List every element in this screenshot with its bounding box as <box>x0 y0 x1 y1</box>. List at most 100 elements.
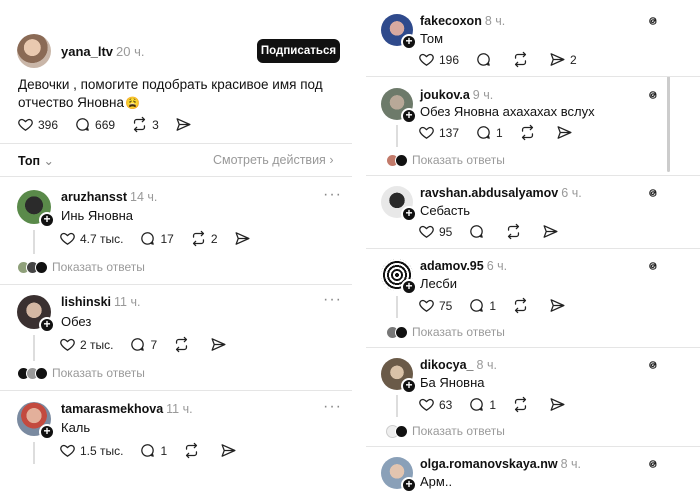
reply-author[interactable]: tamarasmekhova 11 ч. <box>61 402 193 416</box>
follow-plus-icon[interactable]: + <box>401 206 417 222</box>
divider <box>366 248 700 249</box>
repost-button[interactable] <box>519 124 540 141</box>
follow-plus-icon[interactable]: + <box>401 378 417 394</box>
comment-button[interactable] <box>475 51 496 68</box>
share-button[interactable] <box>549 297 570 314</box>
right-thread-panel: + fakecoxon 8 ч. Том 196 2 + joukov.a 9 ч.… <box>366 0 700 497</box>
avatar[interactable]: + <box>17 402 55 440</box>
threads-icon[interactable] <box>646 14 660 28</box>
follow-plus-icon[interactable]: + <box>401 279 417 295</box>
repost-button[interactable] <box>512 396 533 413</box>
comment-button[interactable]: 17 <box>139 230 174 247</box>
like-button[interactable]: 196 <box>418 51 459 68</box>
share-button[interactable] <box>549 396 570 413</box>
share-button[interactable] <box>175 116 196 133</box>
like-button[interactable]: 4.7 тыс. <box>59 230 123 247</box>
share-button[interactable] <box>556 124 577 141</box>
comment-button[interactable]: 1 <box>475 124 503 141</box>
show-replies-link[interactable]: Показать ответы <box>17 366 145 380</box>
comment-button[interactable]: 1 <box>468 396 496 413</box>
scrollbar[interactable] <box>667 76 670 172</box>
reply-avatars <box>17 260 48 274</box>
thread-line <box>33 230 35 254</box>
more-options-icon[interactable]: ··· <box>323 398 342 416</box>
threads-icon[interactable] <box>646 259 660 273</box>
view-activity-link[interactable]: Смотреть действия › <box>213 153 333 167</box>
comment-button[interactable] <box>468 223 489 240</box>
avatar[interactable]: + <box>381 186 417 222</box>
comment-count: 7 <box>150 337 158 352</box>
divider <box>0 390 352 391</box>
reply-author[interactable]: olga.romanovskaya.nw 8 ч. <box>420 457 581 471</box>
like-count: 396 <box>38 117 59 132</box>
show-replies-link[interactable]: Показать ответы <box>386 153 505 167</box>
comment-button[interactable]: 1 <box>468 297 496 314</box>
threads-icon[interactable] <box>646 186 660 200</box>
comment-button[interactable]: 669 <box>74 116 115 133</box>
follow-plus-icon[interactable]: + <box>401 108 417 124</box>
reply-author-name: dikocya_ <box>420 358 474 372</box>
avatar[interactable]: + <box>17 190 55 228</box>
repost-button[interactable] <box>512 297 533 314</box>
reply-author[interactable]: aruzhansst 14 ч. <box>61 190 157 204</box>
show-replies-link[interactable]: Показать ответы <box>386 424 505 438</box>
reply-author[interactable]: adamov.95 6 ч. <box>420 259 507 273</box>
follow-plus-icon[interactable]: + <box>39 424 55 440</box>
follow-plus-icon[interactable]: + <box>401 477 417 493</box>
avatar-image <box>17 34 51 68</box>
like-button[interactable]: 75 <box>418 297 452 314</box>
like-button[interactable]: 63 <box>418 396 452 413</box>
avatar[interactable]: + <box>381 358 417 394</box>
repost-button[interactable]: 2 <box>190 230 218 247</box>
comment-button[interactable]: 1 <box>139 442 167 459</box>
like-count: 63 <box>439 397 453 412</box>
follow-plus-icon[interactable]: + <box>39 212 55 228</box>
view-activity-label: Смотреть действия <box>213 153 326 167</box>
more-options-icon[interactable]: ··· <box>323 186 342 204</box>
reply-author[interactable]: joukov.a 9 ч. <box>420 88 493 102</box>
share-button[interactable] <box>220 442 241 459</box>
reply-avatars <box>17 366 48 380</box>
repost-button[interactable]: 3 <box>131 116 159 133</box>
share-button[interactable] <box>210 336 231 353</box>
reply-author[interactable]: lishinski 11 ч. <box>61 295 140 309</box>
repost-button[interactable] <box>505 223 526 240</box>
share-button[interactable] <box>234 230 255 247</box>
comment-button[interactable]: 7 <box>129 336 157 353</box>
reply-author[interactable]: dikocya_ 8 ч. <box>420 358 497 372</box>
like-button[interactable]: 1.5 тыс. <box>59 442 123 459</box>
avatar[interactable] <box>17 34 51 68</box>
reply-time: 11 ч. <box>166 402 193 416</box>
heart-icon <box>17 116 34 133</box>
chevron-down-icon: ⌄ <box>43 154 55 168</box>
repost-button[interactable] <box>173 336 194 353</box>
like-button[interactable]: 2 тыс. <box>59 336 113 353</box>
threads-icon[interactable] <box>646 88 660 102</box>
avatar[interactable]: + <box>381 259 417 295</box>
threads-icon[interactable] <box>646 457 660 471</box>
repost-button[interactable] <box>183 442 204 459</box>
avatar[interactable]: + <box>381 457 417 493</box>
reply-text: Том <box>420 31 444 46</box>
follow-plus-icon[interactable]: + <box>401 34 417 50</box>
reply-author[interactable]: ravshan.abdusalyamov 6 ч. <box>420 186 582 200</box>
like-button[interactable]: 396 <box>17 116 58 133</box>
share-button[interactable]: 2 <box>549 51 577 68</box>
follow-button[interactable]: Подписаться <box>257 39 340 63</box>
share-button[interactable] <box>542 223 563 240</box>
avatar[interactable]: + <box>381 14 417 50</box>
sort-dropdown[interactable]: Топ ⌄ <box>18 153 54 168</box>
heart-icon <box>418 124 435 141</box>
post-author[interactable]: yana_ltv 20 ч. <box>61 44 145 59</box>
like-button[interactable]: 137 <box>418 124 459 141</box>
show-replies-link[interactable]: Показать ответы <box>386 325 505 339</box>
threads-icon[interactable] <box>646 358 660 372</box>
like-button[interactable]: 95 <box>418 223 452 240</box>
repost-button[interactable] <box>512 51 533 68</box>
follow-plus-icon[interactable]: + <box>39 317 55 333</box>
reply-author[interactable]: fakecoxon 8 ч. <box>420 14 505 28</box>
avatar[interactable]: + <box>17 295 55 333</box>
more-options-icon[interactable]: ··· <box>323 291 342 309</box>
show-replies-link[interactable]: Показать ответы <box>17 260 145 274</box>
avatar[interactable]: + <box>381 88 417 124</box>
